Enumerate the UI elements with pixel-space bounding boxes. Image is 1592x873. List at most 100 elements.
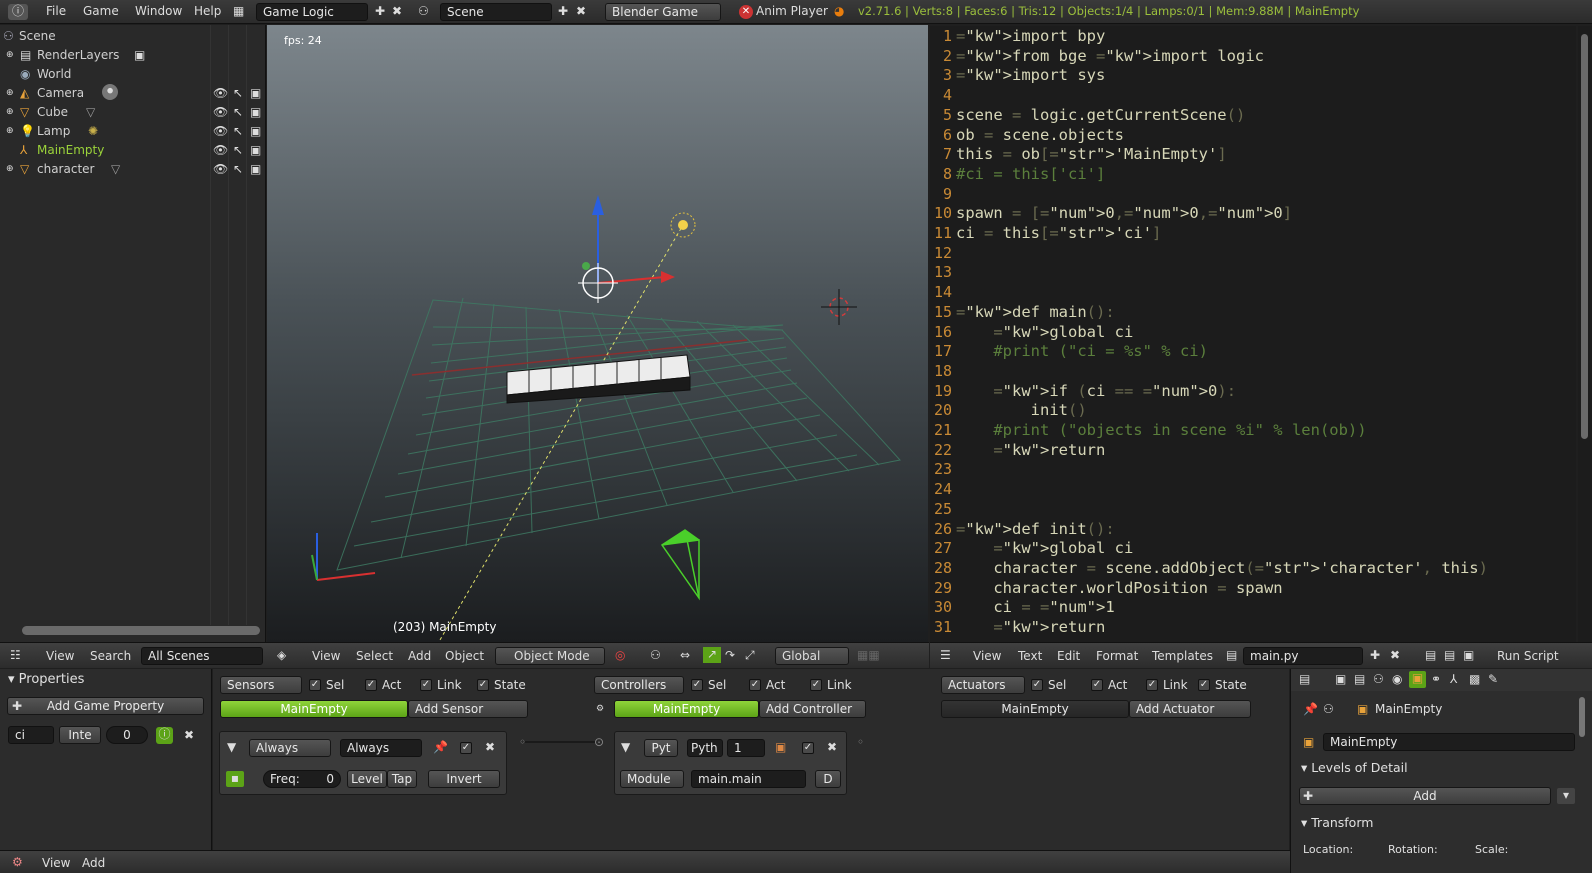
actuators-act-check[interactable]: ✓ [1091, 679, 1103, 691]
menu-help[interactable]: Help [194, 4, 221, 18]
add-game-property-button[interactable]: Add Game Property [7, 697, 204, 715]
syntax-icon[interactable]: ▣ [1463, 648, 1474, 662]
controllers-sel-check[interactable]: ✓ [691, 679, 703, 691]
state-icon[interactable]: ⚙ [596, 702, 604, 716]
expand-icon[interactable]: ⊕ [6, 86, 14, 100]
viewport-menu-view[interactable]: View [312, 649, 340, 663]
scroll-thumb[interactable] [1581, 34, 1588, 439]
sensors-state-check[interactable]: ✓ [477, 679, 489, 691]
outliner-item-world[interactable]: ◉ World [0, 65, 265, 84]
controller-name-field[interactable]: Pyth [687, 739, 723, 757]
outliner-item-renderlayers[interactable]: ⊕ ▤ RenderLayers ▣ [0, 46, 265, 65]
text-menu-view[interactable]: View [973, 649, 1001, 663]
layers-icon[interactable]: ▦▦ [857, 648, 880, 662]
outliner-item-camera[interactable]: ⊕ ◭ Camera ⚫ 👁 ↖ ▣ [0, 84, 265, 103]
add-scene-icon[interactable]: ✚ [558, 4, 568, 18]
close-layout-icon[interactable]: ✖ [392, 4, 402, 18]
text-menu-text[interactable]: Text [1018, 649, 1042, 663]
tap-button[interactable]: Tap [387, 770, 417, 788]
sensor-name-field[interactable]: Always [340, 739, 422, 757]
orientation-select[interactable]: Global [775, 647, 849, 665]
cursor-icon[interactable]: ↖ [233, 105, 243, 119]
actuators-link-check[interactable]: ✓ [1146, 679, 1158, 691]
menu-game[interactable]: Game [83, 4, 119, 18]
sensor-object-button[interactable]: MainEmpty [220, 700, 408, 718]
text-file-field[interactable]: main.py [1243, 647, 1363, 665]
lod-dropdown-icon[interactable]: ▾ [1557, 788, 1575, 804]
pivot-icon[interactable]: ⚇ [650, 648, 661, 662]
layers-tab-icon[interactable]: ▤ [1354, 672, 1365, 686]
translate-icon[interactable]: ↗ [703, 647, 721, 663]
expand-icon[interactable]: ⊕ [6, 124, 14, 138]
stop-icon[interactable]: ✕ [739, 5, 753, 19]
sensors-link-check[interactable]: ✓ [420, 679, 432, 691]
outliner-item-mainempty[interactable]: ⅄ MainEmpty 👁 ↖ ▣ [0, 141, 265, 160]
remove-controller-icon[interactable]: ✖ [827, 740, 837, 754]
shading-icon[interactable]: ◎ [615, 648, 625, 662]
add-controller-select[interactable]: Add Controller [759, 700, 866, 718]
actuators-select[interactable]: Actuators [941, 676, 1025, 694]
add-layout-icon[interactable]: ✚ [375, 4, 385, 18]
editor-type-icon[interactable]: ▤ [1299, 672, 1310, 686]
3d-view-icon[interactable]: ◈ [277, 648, 286, 662]
outliner-menu-search[interactable]: Search [90, 649, 131, 663]
freq-field[interactable]: Freq: 0 [263, 770, 341, 788]
editor-type-icon[interactable]: ☷ [10, 648, 21, 662]
controller-object-button[interactable]: MainEmpty [614, 700, 759, 718]
debug-button[interactable]: D [815, 770, 841, 788]
controller-priority-field[interactable]: 1 [727, 739, 765, 757]
actuators-state-check[interactable]: ✓ [1198, 679, 1210, 691]
lod-add-button[interactable]: Add [1299, 787, 1551, 805]
invert-button[interactable]: Invert [428, 770, 500, 788]
lod-panel-header[interactable]: ▾ Levels of Detail [1301, 760, 1408, 775]
close-scene-icon[interactable]: ✖ [576, 4, 586, 18]
remove-property-icon[interactable]: ✖ [184, 728, 194, 742]
add-actuator-select[interactable]: Add Actuator [1129, 700, 1251, 718]
property-name-field[interactable]: ci [8, 726, 54, 744]
collapse-icon[interactable]: ▼ [227, 740, 236, 754]
logic-menu-add[interactable]: Add [82, 856, 105, 870]
controllers-act-check[interactable]: ✓ [749, 679, 761, 691]
bookmark-icon[interactable]: ▣ [775, 740, 786, 754]
outliner-item-cube[interactable]: ⊕ ▽ Cube ▽ 👁 ↖ ▣ [0, 103, 265, 122]
sensors-act-check[interactable]: ✓ [365, 679, 377, 691]
eye-icon[interactable]: 👁 [213, 86, 228, 100]
expand-icon[interactable]: ⊕ [6, 48, 14, 62]
property-value-field[interactable]: 0 [106, 726, 148, 744]
info-icon[interactable]: ⓘ [8, 4, 28, 20]
actuators-sel-check[interactable]: ✓ [1031, 679, 1043, 691]
sensors-select[interactable]: Sensors [220, 676, 302, 694]
rotate-icon[interactable]: ↷ [725, 648, 735, 662]
new-text-icon[interactable]: ✚ [1370, 648, 1380, 662]
eye-icon[interactable]: 👁 [213, 143, 228, 157]
sensor-type-select[interactable]: Always [249, 739, 331, 757]
outliner-filter-select[interactable]: All Scenes [141, 647, 263, 665]
cursor-icon[interactable]: ↖ [233, 162, 243, 176]
texture-tab-icon[interactable]: ✎ [1488, 672, 1498, 686]
line-numbers-icon[interactable]: ▤ [1425, 648, 1436, 662]
outliner-item-character[interactable]: ⊕ ▽ character ▽ 👁 ↖ ▣ [0, 160, 265, 179]
controller-type-select[interactable]: Pyt [644, 739, 678, 757]
screen-layout-field[interactable]: Game Logic [256, 3, 368, 21]
sensor-active-check[interactable]: ✓ [460, 742, 472, 754]
render-icon[interactable]: ▣ [250, 105, 261, 119]
viewport-menu-object[interactable]: Object [445, 649, 484, 663]
outliner-scrollbar[interactable] [22, 626, 260, 635]
text-menu-edit[interactable]: Edit [1057, 649, 1080, 663]
world-tab-icon[interactable]: ◉ [1392, 672, 1402, 686]
text-menu-format[interactable]: Format [1096, 649, 1138, 663]
cursor-icon[interactable]: ↖ [233, 143, 243, 157]
outliner-item-scene[interactable]: ⚇ Scene [0, 27, 265, 46]
text-editor[interactable]: 1 ="kw">import bpy 2 ="kw">from bge ="kw">i… [930, 26, 1576, 642]
pin-icon[interactable]: 📌 [1303, 702, 1318, 716]
eye-icon[interactable]: 👁 [213, 162, 228, 176]
controller-input-icon[interactable]: ⊙ [594, 735, 604, 749]
mode-select[interactable]: Object Mode [495, 647, 605, 665]
data-tab-icon[interactable]: ⅄ [1450, 672, 1457, 686]
render-icon[interactable]: ▣ [250, 162, 261, 176]
scale-icon[interactable]: ⤢ [745, 648, 755, 662]
render-tab-icon[interactable]: ▣ [1335, 672, 1346, 686]
add-sensor-select[interactable]: Add Sensor [408, 700, 528, 718]
outliner-item-lamp[interactable]: ⊕ 💡 Lamp ✺ 👁 ↖ ▣ [0, 122, 265, 141]
cursor-icon[interactable]: ↖ [233, 86, 243, 100]
